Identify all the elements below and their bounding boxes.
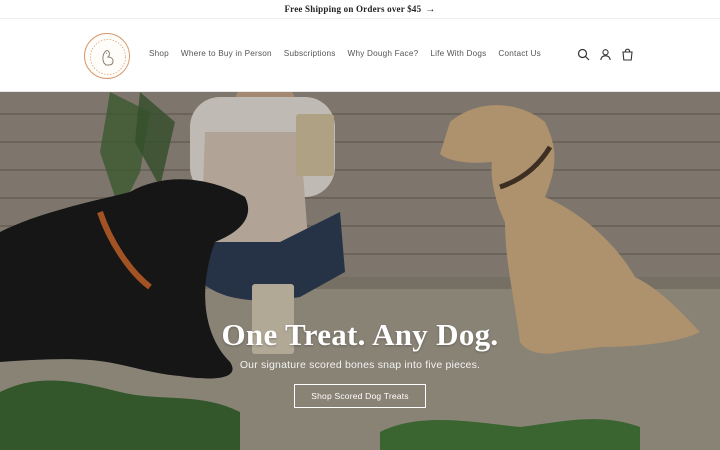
nav-item-life-with-dogs[interactable]: Life With Dogs: [430, 49, 486, 58]
announcement-bar[interactable]: Free Shipping on Orders over $45 →: [0, 0, 720, 19]
announcement-text: Free Shipping on Orders over $45: [284, 4, 422, 14]
nav-item-shop[interactable]: Shop: [149, 49, 169, 58]
account-icon[interactable]: [599, 48, 612, 61]
dog-circle-logo-icon[interactable]: [84, 33, 130, 79]
arrow-right-icon: →: [425, 3, 436, 15]
search-icon[interactable]: [577, 48, 590, 61]
nav-item-why-dough-face[interactable]: Why Dough Face?: [348, 49, 419, 58]
nav-item-where-to-buy[interactable]: Where to Buy in Person: [181, 49, 272, 58]
site-header: Shop Where to Buy in Person Subscription…: [0, 19, 720, 92]
hero-banner: One Treat. Any Dog. Our signature scored…: [0, 92, 720, 450]
hero-subtitle: Our signature scored bones snap into fiv…: [239, 359, 481, 371]
main-nav: Shop Where to Buy in Person Subscription…: [149, 49, 541, 58]
hero-title: One Treat. Any Dog.: [221, 317, 499, 352]
header-icons: [577, 48, 634, 61]
cart-icon[interactable]: [621, 48, 634, 61]
nav-item-contact-us[interactable]: Contact Us: [498, 49, 541, 58]
nav-item-subscriptions[interactable]: Subscriptions: [284, 49, 336, 58]
shop-scored-treats-button[interactable]: Shop Scored Dog Treats: [294, 384, 426, 408]
